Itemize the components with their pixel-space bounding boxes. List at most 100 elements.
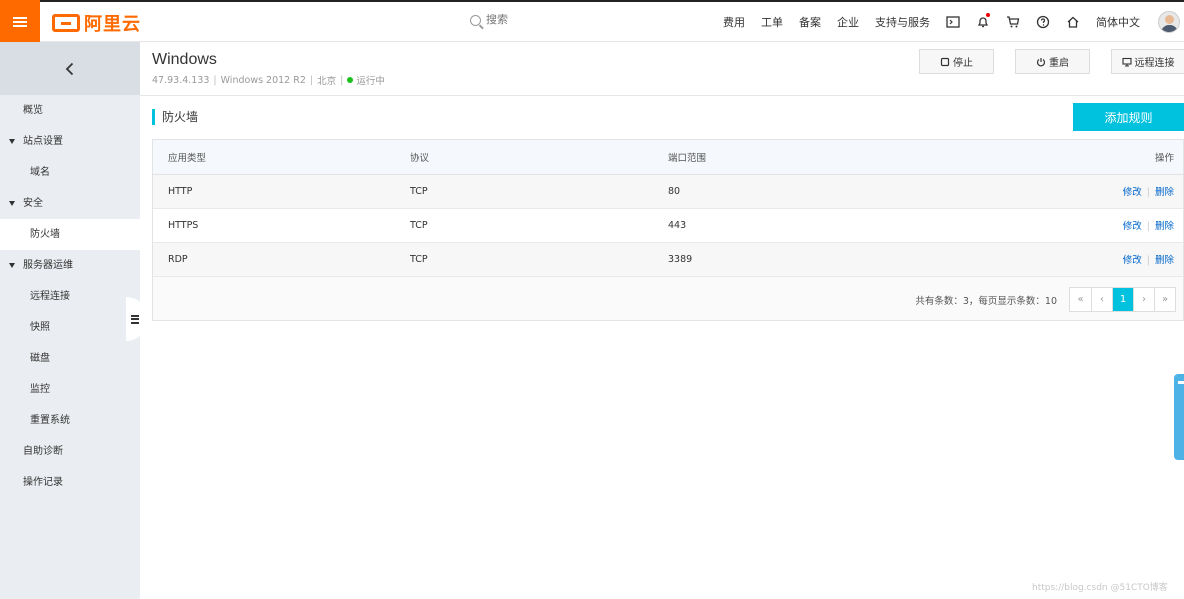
meta-separator: | (309, 74, 314, 86)
stop-button[interactable]: 停止 (919, 49, 994, 74)
instance-status: 运行中 (356, 76, 385, 87)
section-title: 防火墙 (152, 109, 198, 125)
table-header-row: 应用类型 协议 端口范围 操作 (153, 140, 1183, 175)
home-icon[interactable] (1058, 2, 1088, 42)
column-header-protocol: 协议 (410, 140, 668, 175)
page-next-button[interactable]: › (1133, 288, 1154, 311)
edit-link[interactable]: 修改 (1123, 255, 1142, 266)
top-bar: 阿里云 费用 工单 备案 企业 支持与服务 简体中文 (0, 0, 1184, 43)
instance-region: 北京 (317, 76, 337, 87)
sidebar-item[interactable]: 重置系统 (0, 405, 140, 436)
sidebar-item-label: 远程连接 (30, 291, 70, 302)
action-separator: | (1146, 187, 1150, 198)
caret-down-icon (9, 201, 15, 206)
sidebar-item[interactable]: 安全 (0, 188, 140, 219)
edit-link[interactable]: 修改 (1123, 221, 1142, 232)
firewall-table-panel: 应用类型 协议 端口范围 操作 HTTP TCP 80 修改 | 删除 HTTPS (152, 139, 1184, 321)
header-divider (140, 95, 1184, 96)
sidebar-item[interactable]: 快照 (0, 312, 140, 343)
sidebar-item[interactable]: 站点设置 (0, 126, 140, 157)
pagination: « ‹ 1 › » (1069, 287, 1176, 312)
sidebar-item[interactable]: 操作记录 (0, 467, 140, 498)
add-rule-button[interactable]: 添加规则 (1073, 103, 1184, 131)
sidebar-item[interactable]: 磁盘 (0, 343, 140, 374)
pagination-info: 共有条数：3，每页显示条数：10 (915, 295, 1057, 307)
sidebar-item-label: 监控 (30, 384, 50, 395)
sidebar-item-label: 操作记录 (23, 477, 63, 488)
user-avatar[interactable] (1158, 11, 1180, 33)
logo-text: 阿里云 (84, 14, 141, 35)
delete-link[interactable]: 删除 (1155, 221, 1174, 232)
terminal-icon[interactable] (938, 2, 968, 42)
meta-separator: | (340, 74, 344, 86)
logo-icon (52, 14, 80, 32)
sidebar-item-label: 自助诊断 (23, 446, 63, 457)
sidebar-item[interactable]: 自助诊断 (0, 436, 140, 467)
sidebar-menu: 概览站点设置域名安全防火墙服务器运维远程连接快照磁盘监控重置系统自助诊断操作记录 (0, 95, 140, 498)
status-dot (347, 77, 354, 83)
nav-tickets[interactable]: 工单 (753, 14, 791, 30)
cell-actions: 修改 | 删除 (1068, 242, 1183, 277)
sidebar-item-label: 安全 (23, 198, 43, 209)
instance-actions: 停止 重启 远程连接 (898, 49, 1184, 74)
sidebar-item-label: 快照 (30, 322, 50, 333)
sidebar-item[interactable]: 概览 (0, 95, 140, 126)
chat-icon (1178, 381, 1184, 384)
page-first-button[interactable]: « (1070, 288, 1091, 311)
column-header-app: 应用类型 (153, 140, 410, 175)
sidebar-item-label: 站点设置 (23, 136, 63, 147)
page-last-button[interactable]: » (1154, 288, 1175, 311)
action-separator: | (1146, 255, 1150, 266)
nav-fees[interactable]: 费用 (715, 14, 753, 30)
table-row: HTTP TCP 80 修改 | 删除 (153, 174, 1183, 209)
cell-app: HTTPS (153, 208, 410, 243)
page-current-button[interactable]: 1 (1112, 288, 1133, 311)
table-row: HTTPS TCP 443 修改 | 删除 (153, 208, 1183, 243)
cell-actions: 修改 | 删除 (1068, 174, 1183, 209)
instance-os: Windows 2012 R2 (220, 74, 306, 86)
restart-label: 重启 (1049, 58, 1069, 69)
language-switch[interactable]: 简体中文 (1088, 14, 1148, 30)
notification-dot (986, 13, 990, 17)
help-icon[interactable] (1028, 2, 1058, 42)
sidebar-item[interactable]: 域名 (0, 157, 140, 188)
hamburger-icon (13, 15, 27, 29)
remote-connect-button[interactable]: 远程连接 (1111, 49, 1184, 74)
sidebar-item[interactable]: 防火墙 (0, 219, 140, 250)
nav-enterprise[interactable]: 企业 (829, 14, 867, 30)
cell-actions: 修改 | 删除 (1068, 208, 1183, 243)
cell-port: 443 (668, 208, 1068, 243)
instance-ip: 47.93.4.133 (152, 74, 210, 86)
delete-link[interactable]: 删除 (1155, 255, 1174, 266)
list-icon (131, 313, 139, 325)
sidebar-item[interactable]: 服务器运维 (0, 250, 140, 281)
top-nav: 费用 工单 备案 企业 支持与服务 简体中文 (715, 2, 1184, 42)
page-prev-button[interactable]: ‹ (1091, 288, 1112, 311)
aliyun-logo[interactable]: 阿里云 (52, 10, 141, 36)
bell-icon[interactable] (968, 2, 998, 42)
nav-icp[interactable]: 备案 (791, 14, 829, 30)
delete-link[interactable]: 删除 (1155, 187, 1174, 198)
sidebar-item-label: 服务器运维 (23, 260, 73, 271)
cell-app: HTTP (153, 174, 410, 209)
search-box[interactable] (470, 14, 566, 26)
sidebar-item[interactable]: 监控 (0, 374, 140, 405)
floating-help-tab[interactable] (1174, 374, 1184, 460)
caret-down-icon (9, 263, 15, 268)
cell-protocol: TCP (410, 208, 668, 243)
sidebar: 概览站点设置域名安全防火墙服务器运维远程连接快照磁盘监控重置系统自助诊断操作记录 (0, 42, 140, 599)
search-icon (470, 14, 481, 26)
sidebar-back-button[interactable] (0, 42, 140, 95)
restart-button[interactable]: 重启 (1015, 49, 1090, 74)
power-icon (1036, 57, 1046, 66)
nav-support[interactable]: 支持与服务 (867, 14, 938, 30)
search-input[interactable] (486, 14, 566, 26)
cell-port: 3389 (668, 242, 1068, 277)
sidebar-item[interactable]: 远程连接 (0, 281, 140, 312)
sidebar-item-label: 域名 (30, 167, 50, 178)
column-header-port: 端口范围 (668, 140, 1068, 175)
menu-toggle-button[interactable] (0, 0, 40, 43)
caret-down-icon (9, 139, 15, 144)
edit-link[interactable]: 修改 (1123, 187, 1142, 198)
cart-icon[interactable] (998, 2, 1028, 42)
